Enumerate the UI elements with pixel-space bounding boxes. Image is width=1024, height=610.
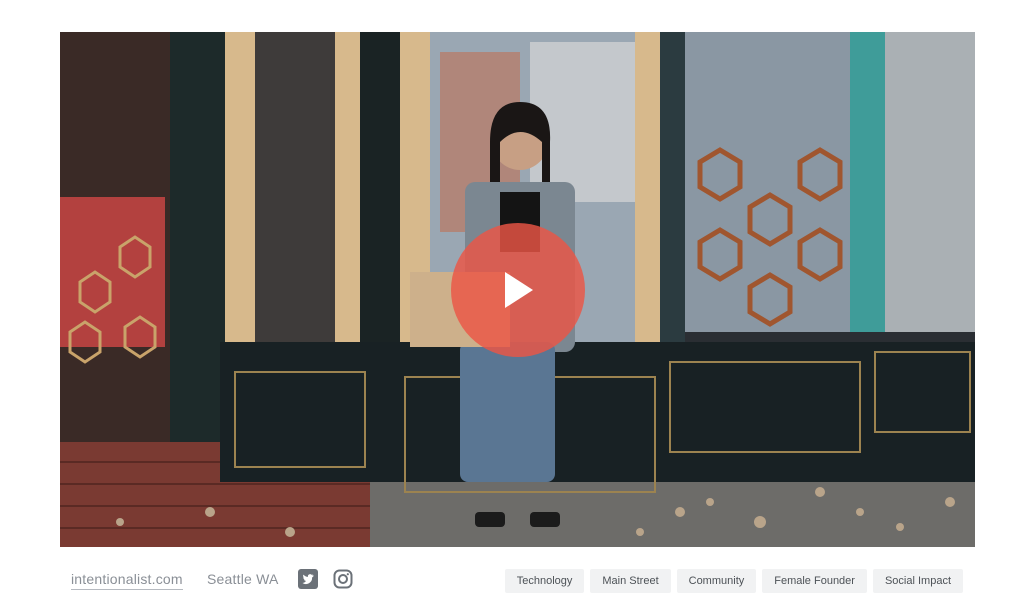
tag-female-founder[interactable]: Female Founder [762, 569, 867, 593]
tag-main-street[interactable]: Main Street [590, 569, 671, 593]
play-icon [505, 272, 533, 308]
page: intentionalist.com Seattle WA Technology… [0, 0, 1024, 610]
play-button[interactable] [451, 223, 585, 357]
website-link[interactable]: intentionalist.com [71, 571, 183, 590]
footer-bar: intentionalist.com Seattle WA Technology… [70, 566, 970, 596]
twitter-icon[interactable] [298, 569, 318, 589]
tag-technology[interactable]: Technology [504, 569, 585, 593]
tag-social-impact[interactable]: Social Impact [872, 569, 963, 593]
instagram-icon[interactable] [333, 569, 353, 589]
tag-community[interactable]: Community [676, 569, 757, 593]
video-player[interactable] [60, 32, 975, 547]
location-text: Seattle WA [207, 571, 279, 587]
tag-list: Technology Main Street Community Female … [504, 569, 963, 593]
